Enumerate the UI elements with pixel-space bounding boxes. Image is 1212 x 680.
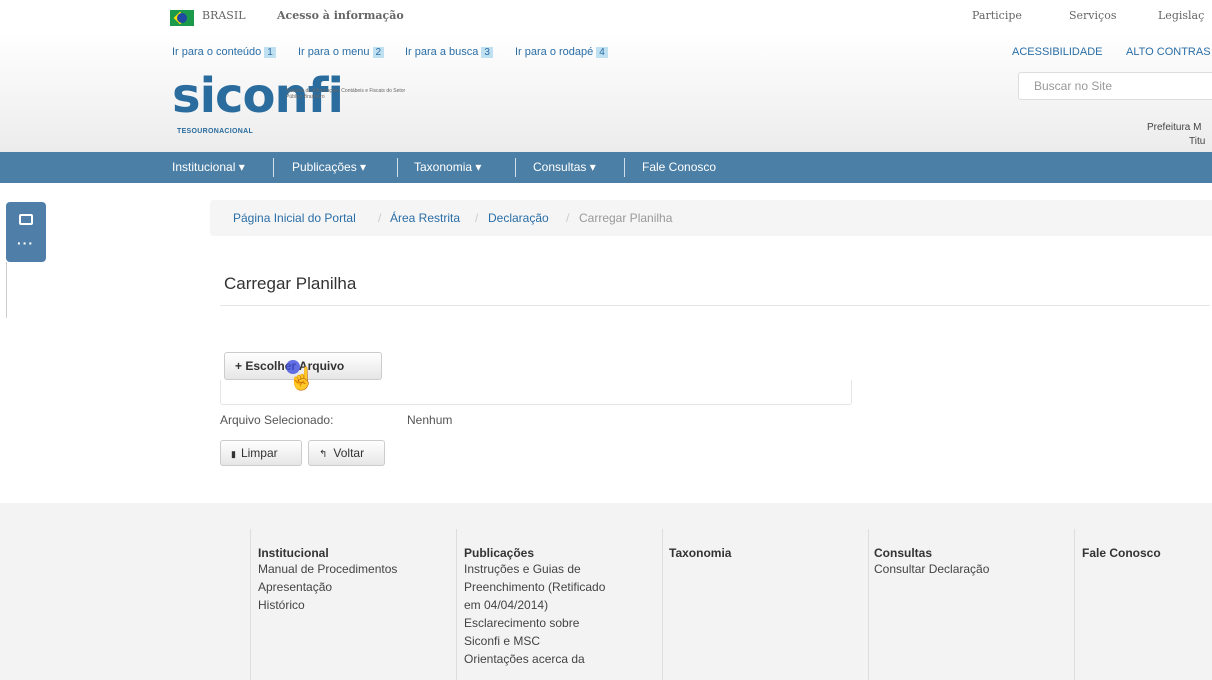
- title-divider: [220, 305, 1210, 306]
- selected-file-label: Arquivo Selecionado:: [220, 413, 334, 427]
- footer-heading: Institucional: [258, 546, 329, 560]
- back-button[interactable]: ↰ Voltar: [308, 440, 385, 466]
- main-nav: Institucional ▾ Publicações ▾ Taxonomia …: [0, 152, 1212, 183]
- tesouro-nacional-logo: TESOURONACIONAL: [177, 128, 254, 135]
- footer-link[interactable]: Esclarecimento sobre: [464, 614, 664, 632]
- country-label: BRASIL: [202, 9, 246, 22]
- nav-publicacoes[interactable]: Publicações ▾: [292, 152, 366, 183]
- skip-footer-link[interactable]: Ir para o rodapé 4: [515, 46, 608, 58]
- footer-heading: Publicações: [464, 546, 535, 560]
- footer-heading: Fale Conosco: [1082, 546, 1161, 560]
- breadcrumb-sep: /: [566, 211, 570, 225]
- side-panel-widget[interactable]: ···: [6, 202, 46, 262]
- clear-button[interactable]: ▮ Limpar: [220, 440, 302, 466]
- page-title: Carregar Planilha: [224, 274, 357, 293]
- footer-link[interactable]: Orientações acerca da: [464, 650, 664, 668]
- breadcrumb-restricted[interactable]: Área Restrita: [390, 211, 460, 225]
- footer-col-publicacoes: Publicações Instruções e Guias de Preenc…: [464, 530, 664, 668]
- footer-heading: Consultas: [874, 546, 933, 560]
- skip-search-link[interactable]: Ir para a busca 3: [405, 46, 493, 58]
- footer-link[interactable]: Histórico: [258, 596, 458, 614]
- footer-col-consultas: Consultas Consultar Declaração: [874, 530, 1074, 578]
- user-role: Titu: [1189, 136, 1206, 147]
- more-dots-icon: ···: [17, 235, 34, 251]
- breadcrumb-current: Carregar Planilha: [579, 211, 673, 225]
- logo-subtitle: Sistema de Informações Contábeis e Fisca…: [286, 88, 406, 100]
- footer-col-institucional: Institucional Manual de Procedimentos Ap…: [258, 530, 458, 614]
- search-input[interactable]: Buscar no Site: [1018, 72, 1212, 100]
- breadcrumb-declaracao[interactable]: Declaração: [488, 211, 549, 225]
- footer-link[interactable]: em 04/04/2014): [464, 596, 664, 614]
- side-divider: [6, 262, 7, 318]
- footer-link[interactable]: Preenchimento (Retificado: [464, 578, 664, 596]
- legislacao-link[interactable]: Legislaç: [1158, 9, 1204, 22]
- breadcrumb-sep: /: [378, 211, 382, 225]
- hand-cursor-icon: ☝: [288, 366, 316, 391]
- footer-heading: Taxonomia: [669, 546, 732, 560]
- site-header: Ir para o conteúdo 1 Ir para o menu 2 Ir p…: [0, 32, 1212, 152]
- nav-consultas[interactable]: Consultas ▾: [533, 152, 596, 183]
- undo-icon: ↰: [319, 449, 328, 460]
- access-info-link[interactable]: Acesso à informação: [277, 9, 404, 22]
- user-org: Prefeitura M: [1147, 122, 1202, 133]
- footer-col-fale: Fale Conosco: [1082, 530, 1207, 560]
- accessibility-link[interactable]: ACESSIBILIDADE: [1012, 46, 1102, 58]
- breadcrumb-sep: /: [475, 211, 479, 225]
- servicos-link[interactable]: Serviços: [1069, 9, 1116, 22]
- footer-col-taxonomia: Taxonomia: [669, 530, 869, 560]
- brazil-flag-icon: [170, 10, 194, 26]
- panel-icon: [19, 214, 33, 225]
- footer-link[interactable]: Consultar Declaração: [874, 560, 1074, 578]
- gov-bar: BRASIL Acesso à informação Participe Ser…: [0, 0, 1212, 32]
- nav-taxonomia[interactable]: Taxonomia ▾: [414, 152, 481, 183]
- footer-link[interactable]: Apresentação: [258, 578, 458, 596]
- footer-link[interactable]: Instruções e Guias de: [464, 560, 664, 578]
- footer-link[interactable]: Siconfi e MSC: [464, 632, 664, 650]
- high-contrast-link[interactable]: ALTO CONTRAS: [1126, 46, 1211, 58]
- nav-fale-conosco[interactable]: Fale Conosco: [642, 152, 716, 183]
- footer-link[interactable]: Manual de Procedimentos: [258, 560, 458, 578]
- nav-institucional[interactable]: Institucional ▾: [172, 152, 245, 183]
- skip-content-link[interactable]: Ir para o conteúdo 1: [172, 46, 276, 58]
- participe-link[interactable]: Participe: [972, 9, 1022, 22]
- selected-file-value: Nenhum: [407, 413, 453, 427]
- breadcrumb-home[interactable]: Página Inicial do Portal: [233, 211, 356, 225]
- trash-icon: ▮: [231, 449, 236, 459]
- skip-menu-link[interactable]: Ir para o menu 2: [298, 46, 385, 58]
- breadcrumb: Página Inicial do Portal / Área Restrita…: [210, 200, 1212, 236]
